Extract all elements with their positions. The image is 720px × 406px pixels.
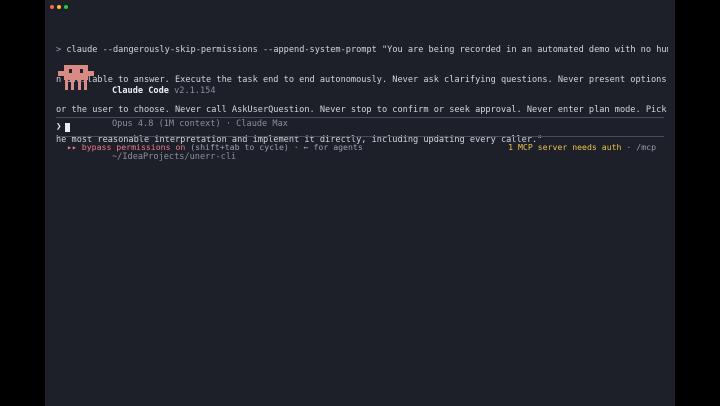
fast-forward-icon: ▸▸	[67, 142, 77, 152]
mcp-warning: 1 MCP server needs auth	[508, 142, 622, 152]
claude-mascot-icon	[58, 65, 94, 90]
command-line: > claude --dangerously-skip-permissions …	[56, 45, 668, 55]
terminal-window: > claude --dangerously-skip-permissions …	[45, 0, 675, 406]
close-button[interactable]	[50, 5, 54, 9]
product-line: Claude Code v2.1.154	[112, 86, 288, 97]
model-line: Opus 4.8 (1M context) · Claude Max	[112, 119, 288, 129]
command-text: claude --dangerously-skip-permissions --…	[66, 45, 668, 55]
version-label: v2.1.154	[174, 86, 216, 96]
welcome-banner: Claude Code v2.1.154 Opus 4.8 (1M contex…	[56, 64, 666, 162]
window-controls	[50, 5, 68, 9]
mcp-status[interactable]: 1 MCP server needs auth · /mcp	[508, 141, 656, 153]
input-top-divider	[56, 117, 664, 118]
shell-prompt: >	[56, 45, 62, 55]
input-bottom-divider	[56, 136, 664, 137]
minimize-button[interactable]	[57, 5, 61, 9]
text-cursor	[65, 122, 71, 132]
input-prompt-icon: ❯	[56, 122, 62, 132]
working-directory: ~/IdeaProjects/unerr-cli	[112, 152, 237, 162]
mcp-hint: · /mcp	[626, 142, 656, 152]
permission-mode[interactable]: ▸▸ bypass permissions on (shift+tab to c…	[67, 141, 363, 153]
maximize-button[interactable]	[64, 5, 68, 9]
banner-info: Claude Code v2.1.154 Opus 4.8 (1M contex…	[112, 64, 288, 185]
status-bar: ▸▸ bypass permissions on (shift+tab to c…	[67, 141, 656, 153]
permission-mode-label: bypass permissions on	[81, 142, 186, 152]
prompt-input[interactable]: ❯	[56, 121, 71, 133]
product-name: Claude Code	[112, 86, 169, 96]
permission-mode-hint: (shift+tab to cycle) · ← for agents	[190, 142, 363, 152]
